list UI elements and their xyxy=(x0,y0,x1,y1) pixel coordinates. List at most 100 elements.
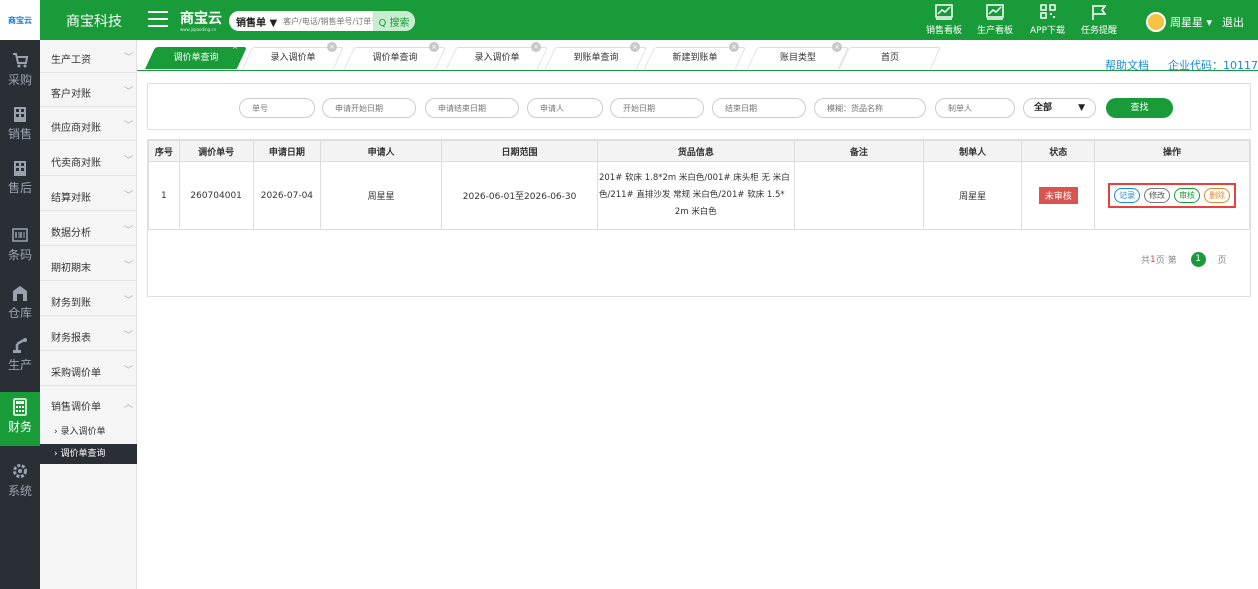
price-adj-table: 序号 调价单号 申请日期 申请人 日期范围 货品信息 备注 制单人 状态 操作 … xyxy=(147,139,1251,297)
end-date-input[interactable] xyxy=(712,98,806,118)
sales-board-button[interactable]: 销售看板 xyxy=(926,4,962,36)
submenu-sub-query-price-adj[interactable]: › 调价单查询 xyxy=(40,444,137,464)
submenu-label: 生产工资 xyxy=(51,55,91,66)
start-date-input[interactable] xyxy=(610,98,704,118)
submenu-label: 客户对账 xyxy=(51,89,91,100)
record-button[interactable]: 记录 xyxy=(1114,188,1141,203)
production-board-button[interactable]: 生产看板 xyxy=(977,4,1013,36)
submenu-item-finance-receipt[interactable]: 财务到账 ﹀ xyxy=(40,283,137,316)
submenu-label: 销售调价单 xyxy=(51,402,101,413)
status-select[interactable]: 全部 ▼ xyxy=(1023,98,1096,118)
rail-item-barcode[interactable]: 条码 xyxy=(0,220,40,274)
apply-start-date-input[interactable] xyxy=(322,98,416,118)
submenu-label: 代卖商对账 xyxy=(51,158,101,169)
submenu-item-supplier-recon[interactable]: 供应商对账 ﹀ xyxy=(40,108,137,141)
robot-arm-icon xyxy=(13,338,27,353)
avatar xyxy=(1146,12,1166,32)
chevron-down-icon: ﹀ xyxy=(124,121,134,131)
production-board-label: 生产看板 xyxy=(977,26,1014,36)
rail-label: 生产 xyxy=(7,358,32,372)
help-docs-link[interactable]: 帮助文档 xyxy=(1105,57,1149,73)
chevron-up-icon: ︿ xyxy=(124,400,134,410)
menu-toggle-icon[interactable] xyxy=(148,11,168,27)
rail-item-system[interactable]: 系统 xyxy=(0,456,40,510)
page-number-button[interactable]: 1 xyxy=(1190,252,1206,267)
task-reminder-button[interactable]: 任务提醒 xyxy=(1081,4,1117,36)
tab-receipt-query[interactable]: 到账单查询 × xyxy=(544,42,648,69)
audit-button[interactable]: 审核 xyxy=(1174,188,1201,203)
row-actions: 记录 修改 审核 删除 xyxy=(1108,183,1237,208)
rail-item-finance[interactable]: 财务 xyxy=(0,392,40,446)
status-select-value: 全部 xyxy=(1034,103,1053,113)
delete-button[interactable]: 删除 xyxy=(1204,188,1231,203)
rail-item-purchase[interactable]: 采购 xyxy=(0,45,40,99)
order-no-input[interactable] xyxy=(239,98,315,118)
app-download-button[interactable]: APP下载 xyxy=(1030,4,1065,36)
edit-button[interactable]: 修改 xyxy=(1144,188,1171,203)
close-icon[interactable]: × xyxy=(729,42,739,52)
tab-home[interactable]: 首页 xyxy=(838,47,942,69)
logout-link[interactable]: 退出 xyxy=(1222,14,1244,30)
close-icon[interactable]: × xyxy=(230,42,240,52)
goods-line: 201# 软床 1.8*2m 米白色/001# 床头柜 无 米白 xyxy=(598,173,790,183)
fuzzy-goods-input[interactable] xyxy=(814,98,926,118)
cell-goods-info: 201# 软床 1.8*2m 米白色/001# 床头柜 无 米白 色/211# … xyxy=(596,161,795,230)
rail-item-production[interactable]: 生产 xyxy=(0,330,40,384)
tab-enter-price-adj-2[interactable]: 录入调价单 × xyxy=(445,42,549,69)
tab-query-price-adj[interactable]: 调价单查询 × xyxy=(343,42,447,69)
pager-total-prefix: 共 xyxy=(1141,256,1151,266)
rail-item-warehouse[interactable]: 仓库 xyxy=(0,278,40,332)
search-button[interactable]: 查找 xyxy=(1106,98,1173,118)
brand-name: 商宝云 xyxy=(180,11,222,27)
cart-icon xyxy=(13,53,29,68)
close-icon[interactable]: × xyxy=(327,42,337,52)
close-icon[interactable]: × xyxy=(832,42,842,52)
submenu-item-agent-recon[interactable]: 代卖商对账 ﹀ xyxy=(40,143,137,176)
logo-text: 商宝云 xyxy=(8,15,32,25)
chevron-down-icon: ﹀ xyxy=(124,261,134,271)
tab-new-receipt[interactable]: 新建到账单 × xyxy=(643,42,747,69)
tab-account-types[interactable]: 账目类型 × xyxy=(746,42,850,69)
global-search-button[interactable]: Q 搜索 xyxy=(373,11,415,31)
submenu-item-data-analysis[interactable]: 数据分析 ﹀ xyxy=(40,213,137,246)
submenu-sub-enter-price-adj[interactable]: › 录入调价单 xyxy=(40,422,137,442)
rail-item-sales[interactable]: 销售 xyxy=(0,99,40,153)
chart-board-icon xyxy=(986,4,1004,20)
rail-label: 采购 xyxy=(7,73,32,87)
chevron-down-icon: ﹀ xyxy=(124,87,134,97)
column-header: 制单人 xyxy=(922,140,1023,162)
rail-item-after-sales[interactable]: 售后 xyxy=(0,153,40,207)
submenu-item-finance-reports[interactable]: 财务报表 ﹀ xyxy=(40,318,137,351)
search-type-select[interactable]: 销售单 ▼ xyxy=(229,14,277,29)
submenu-item-settlement-recon[interactable]: 结算对账 ﹀ xyxy=(40,178,137,211)
creator-input[interactable] xyxy=(935,98,1015,118)
submenu-item-sales-price-adj[interactable]: 销售调价单 ︿ xyxy=(40,387,137,420)
submenu-item-purchase-price-adj[interactable]: 采购调价单 ﹀ xyxy=(40,353,137,386)
submenu-sub-label: 录入调价单 xyxy=(60,427,106,437)
main-nav-rail: 采购 销售 售后 条码 仓库 生产 财务 系统 xyxy=(0,40,40,589)
chevron-down-icon: ﹀ xyxy=(124,156,134,166)
cell-apply-date: 2026-07-04 xyxy=(252,161,322,230)
pagination: 共1页 第 1 页 xyxy=(1141,252,1227,267)
tab-enter-price-adj[interactable]: 录入调价单 × xyxy=(241,42,345,69)
app-logo[interactable]: 商宝云 xyxy=(0,0,40,40)
submenu-item-customer-recon[interactable]: 客户对账 ﹀ xyxy=(40,74,137,107)
column-header: 状态 xyxy=(1021,140,1096,162)
close-icon[interactable]: × xyxy=(630,42,640,52)
brand-logo: 商宝云 www.jiqiaoding.cn xyxy=(180,8,222,32)
tab-query-price-adj-active[interactable]: 调价单查询 × xyxy=(144,43,248,69)
sales-board-label: 销售看板 xyxy=(926,26,963,36)
close-icon[interactable]: × xyxy=(429,42,439,52)
close-icon[interactable]: × xyxy=(531,42,541,52)
apply-end-date-input[interactable] xyxy=(425,98,519,118)
finance-submenu: 生产工资 ﹀ 客户对账 ﹀ 供应商对账 ﹀ 代卖商对账 ﹀ 结算对账 ﹀ 数据分析 ﹀ 期初… xyxy=(40,40,137,589)
submenu-item-period-open-close[interactable]: 期初期末 ﹀ xyxy=(40,248,137,281)
tab-underline xyxy=(137,70,1258,71)
building-icon xyxy=(14,107,26,122)
user-menu[interactable]: 周星星 ▾ xyxy=(1146,12,1212,32)
applicant-input[interactable] xyxy=(527,98,603,118)
cell-date-range: 2026-06-01至2026-06-30 xyxy=(441,161,598,230)
tab-label: 调价单查询 xyxy=(372,53,418,63)
cell-applicant: 周星星 xyxy=(320,161,443,230)
submenu-item-production-wages[interactable]: 生产工资 ﹀ xyxy=(40,40,137,73)
